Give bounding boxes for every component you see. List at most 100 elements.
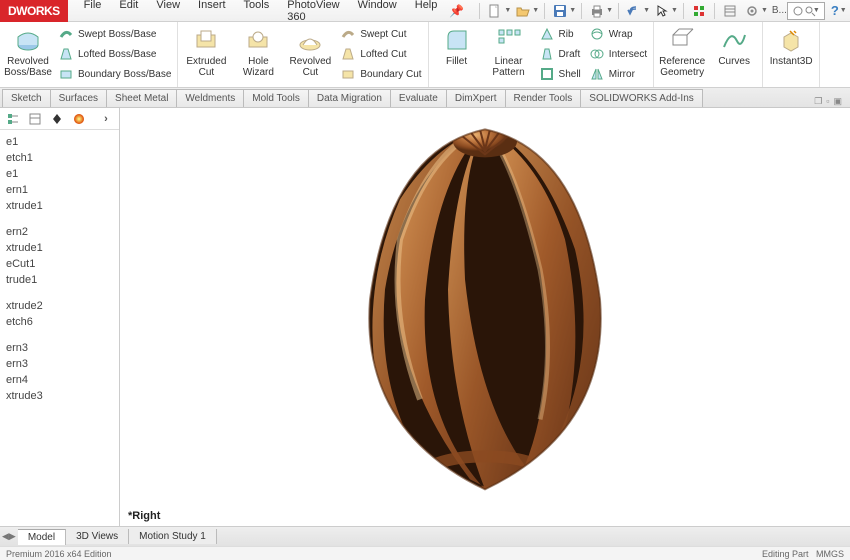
tree-item[interactable]: e1 [2, 134, 117, 150]
revolved-cut-button[interactable]: Revolved Cut [286, 24, 334, 80]
intersect-button[interactable]: Intersect [587, 44, 649, 64]
rebuild-button[interactable] [689, 2, 709, 20]
tab-sheet-metal[interactable]: Sheet Metal [106, 89, 177, 107]
feature-tree-tab[interactable] [4, 110, 22, 128]
tree-item[interactable]: e1 [2, 166, 117, 182]
undo-button[interactable] [624, 2, 644, 20]
label: Extruded Cut [184, 56, 228, 78]
save-button[interactable] [550, 2, 570, 20]
configuration-tab[interactable] [48, 110, 66, 128]
feature-tree[interactable]: e1 etch1 e1 ern1 xtrude1 ern2 xtrude1 eC… [0, 130, 119, 526]
tree-item[interactable]: ern2 [2, 224, 117, 240]
tab-surfaces[interactable]: Surfaces [50, 89, 107, 107]
boundary-cut-button[interactable]: Boundary Cut [338, 64, 423, 84]
tab-weldments[interactable]: Weldments [176, 89, 244, 107]
print-button[interactable] [587, 2, 607, 20]
dropdown-caret-icon[interactable]: ▼ [761, 7, 768, 14]
tree-item[interactable]: ern3 [2, 340, 117, 356]
dropdown-caret-icon[interactable]: ▼ [606, 7, 613, 14]
open-doc-button[interactable] [513, 2, 533, 20]
tree-item[interactable]: ern3 [2, 356, 117, 372]
label: Fillet [446, 56, 467, 67]
lofted-cut-button[interactable]: Lofted Cut [338, 44, 423, 64]
dropdown-caret-icon[interactable]: ▼ [643, 7, 650, 14]
separator [544, 3, 545, 19]
dropdown-caret-icon[interactable]: ▼ [840, 7, 847, 14]
extruded-cut-button[interactable]: Extruded Cut [182, 24, 230, 80]
mirror-button[interactable]: Mirror [587, 64, 649, 84]
label: Boundary Boss/Base [78, 69, 171, 80]
rib-icon [539, 26, 555, 42]
tab-evaluate[interactable]: Evaluate [390, 89, 447, 107]
tree-item[interactable]: etch6 [2, 314, 117, 330]
select-button[interactable] [652, 2, 672, 20]
tab-scroll-right[interactable]: ▶ [9, 531, 16, 542]
lofted-boss-button[interactable]: Lofted Boss/Base [56, 44, 173, 64]
linear-pattern-button[interactable]: Linear Pattern [485, 24, 533, 80]
hole-wizard-icon [244, 26, 272, 54]
close-icon[interactable]: ▣ [833, 96, 842, 107]
wrap-button[interactable]: Wrap [587, 24, 649, 44]
tree-item[interactable]: xtrude2 [2, 298, 117, 314]
boundary-boss-button[interactable]: Boundary Boss/Base [56, 64, 173, 84]
property-tab[interactable] [26, 110, 44, 128]
tree-item[interactable]: trude1 [2, 272, 117, 288]
tree-item[interactable]: ern1 [2, 182, 117, 198]
appearance-tab[interactable] [70, 110, 88, 128]
tree-item[interactable]: xtrude3 [2, 388, 117, 404]
search-knowledge-base[interactable]: ▼ [787, 2, 825, 20]
tab-render-tools[interactable]: Render Tools [505, 89, 582, 107]
bottom-tab-model[interactable]: Model [18, 529, 66, 545]
new-doc-button[interactable] [485, 2, 505, 20]
tab-sketch[interactable]: Sketch [2, 89, 51, 107]
separator [683, 3, 684, 19]
rib-button[interactable]: Rib [537, 24, 583, 44]
dropdown-caret-icon[interactable]: ▼ [504, 7, 511, 14]
minimize-icon[interactable]: ▫ [826, 96, 829, 107]
intersect-icon [589, 46, 605, 62]
swept-cut-button[interactable]: Swept Cut [338, 24, 423, 44]
help-button[interactable]: ? [831, 3, 839, 18]
dropdown-caret-icon[interactable]: ▼ [813, 7, 820, 14]
status-edition: Premium 2016 x64 Edition [6, 549, 112, 559]
options-button[interactable] [720, 2, 740, 20]
tree-item[interactable]: ern4 [2, 372, 117, 388]
tree-item[interactable]: eCut1 [2, 256, 117, 272]
tab-scroll-left[interactable]: ◀ [2, 531, 9, 542]
status-units: MMGS [816, 549, 844, 559]
label: Curves [718, 56, 750, 67]
separator [581, 3, 582, 19]
curves-button[interactable]: Curves [710, 24, 758, 69]
restore-icon[interactable]: ❐ [814, 96, 822, 107]
hole-wizard-button[interactable]: Hole Wizard [234, 24, 282, 80]
label: Rib [559, 29, 574, 40]
tree-item[interactable]: xtrude1 [2, 240, 117, 256]
wrap-icon [589, 26, 605, 42]
tab-addins[interactable]: SOLIDWORKS Add-Ins [580, 89, 702, 107]
tab-dimxpert[interactable]: DimXpert [446, 89, 506, 107]
tab-data-migration[interactable]: Data Migration [308, 89, 391, 107]
tree-item[interactable]: etch1 [2, 150, 117, 166]
tree-item[interactable]: xtrude1 [2, 198, 117, 214]
dropdown-caret-icon[interactable]: ▼ [532, 7, 539, 14]
settings-button[interactable] [742, 2, 762, 20]
fillet-button[interactable]: Fillet [433, 24, 481, 69]
label: Lofted Boss/Base [78, 49, 156, 60]
dropdown-caret-icon[interactable]: ▼ [569, 7, 576, 14]
bottom-tab-motion-study[interactable]: Motion Study 1 [129, 529, 217, 544]
label: Wrap [609, 29, 633, 40]
revolved-boss-button[interactable]: Revolved Boss/Base [4, 24, 52, 80]
dropdown-caret-icon[interactable]: ▼ [671, 7, 678, 14]
pin-icon[interactable]: 📌 [449, 4, 464, 18]
expand-panel-button[interactable]: › [97, 110, 115, 128]
reference-geometry-button[interactable]: Reference Geometry [658, 24, 706, 80]
bottom-tab-3dviews[interactable]: 3D Views [66, 529, 129, 544]
3d-viewport[interactable]: *Right [120, 108, 850, 526]
swept-boss-button[interactable]: Swept Boss/Base [56, 24, 173, 44]
shell-button[interactable]: Shell [537, 64, 583, 84]
instant3d-button[interactable]: Instant3D [767, 24, 815, 69]
draft-icon [539, 46, 555, 62]
draft-button[interactable]: Draft [537, 44, 583, 64]
view-orientation-label: *Right [128, 510, 160, 522]
tab-mold-tools[interactable]: Mold Tools [243, 89, 309, 107]
